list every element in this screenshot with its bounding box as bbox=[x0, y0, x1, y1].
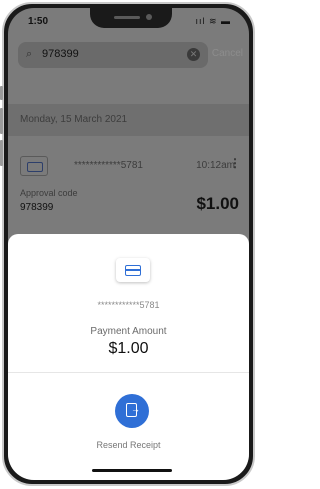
approval-code-label: Approval code bbox=[20, 188, 78, 198]
payment-amount-label: Payment Amount bbox=[90, 326, 167, 337]
cancel-button[interactable]: Cancel bbox=[212, 48, 243, 59]
sheet-card-number: ************5781 bbox=[97, 300, 160, 310]
transaction-amount: $1.00 bbox=[196, 194, 239, 213]
resend-receipt-label[interactable]: Resend Receipt bbox=[8, 440, 249, 450]
search-query: 978399 bbox=[42, 48, 79, 60]
date-header: Monday, 15 March 2021 bbox=[8, 104, 249, 136]
clear-search-icon[interactable]: ✕ bbox=[187, 48, 200, 61]
status-time: 1:50 bbox=[28, 16, 49, 27]
camera-icon bbox=[146, 14, 152, 20]
phone-frame: 1:50 ııl ≋ ▬ ⌕ 978399 ✕ Cancel Monday, 1… bbox=[2, 2, 255, 486]
resend-receipt-button[interactable] bbox=[115, 394, 149, 428]
approval-code-value: 978399 bbox=[20, 202, 54, 213]
speaker-icon bbox=[114, 16, 140, 19]
more-options-icon[interactable]: ⋮ bbox=[229, 156, 241, 170]
status-bar: 1:50 ııl ≋ ▬ bbox=[8, 8, 249, 36]
search-input[interactable]: ⌕ 978399 ✕ bbox=[18, 42, 208, 68]
signal-wifi-battery-icon: ııl ≋ ▬ bbox=[195, 16, 231, 26]
card-icon bbox=[20, 156, 48, 176]
receipt-sheet: ************5781 Payment Amount $1.00 Re… bbox=[8, 234, 249, 480]
date-header-label: Monday, 15 March 2021 bbox=[20, 114, 128, 125]
transaction-card-number: ************5781 bbox=[74, 160, 143, 171]
home-indicator[interactable] bbox=[92, 469, 172, 472]
notch bbox=[90, 8, 172, 28]
screen: 1:50 ııl ≋ ▬ ⌕ 978399 ✕ Cancel Monday, 1… bbox=[8, 8, 249, 480]
resend-receipt-icon bbox=[126, 403, 140, 417]
credit-card-icon bbox=[116, 258, 150, 282]
volume-up-button bbox=[0, 108, 3, 134]
divider bbox=[8, 372, 249, 373]
mute-switch bbox=[0, 86, 3, 100]
search-icon: ⌕ bbox=[26, 48, 33, 60]
payment-amount-value: $1.00 bbox=[108, 340, 149, 357]
volume-down-button bbox=[0, 140, 3, 166]
